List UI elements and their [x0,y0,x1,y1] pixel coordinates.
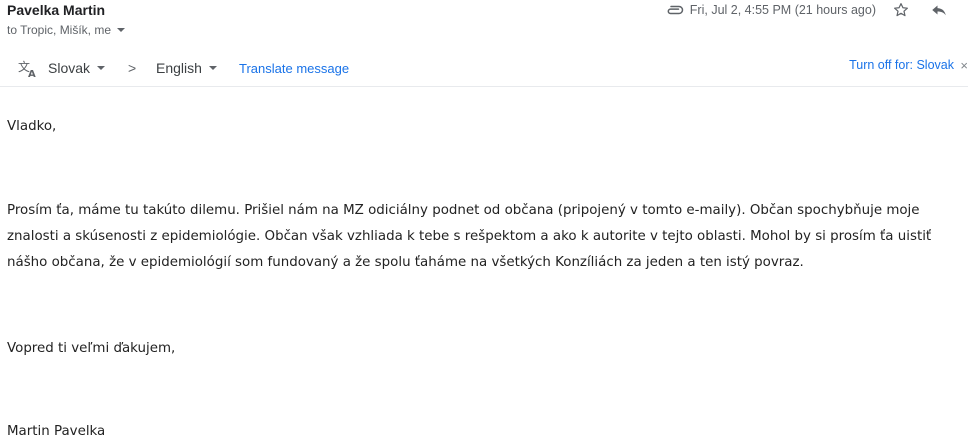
translate-icon: 文 A [18,58,38,80]
target-language-label: English [156,60,202,76]
target-language-select[interactable]: English [156,60,217,76]
chevron-down-icon [97,66,106,70]
closing-thanks: Vopred ti veľmi ďakujem, [7,341,176,356]
paragraph-line: nášho občana, že v epidemiológií som fun… [7,255,804,270]
translate-message-link[interactable]: Translate message [239,61,349,76]
greeting: Vladko, [7,119,57,134]
reply-icon[interactable] [928,0,950,20]
translate-bar: 文 A Slovak > English Translate message T… [0,52,968,87]
recipients-text: to Tropic, Mišík, me [7,23,112,37]
svg-text:A: A [28,69,36,78]
paperclip-icon [665,2,685,18]
source-language-label: Slovak [48,60,91,76]
message-date: Fri, Jul 2, 4:55 PM (21 hours ago) [689,3,876,17]
close-icon[interactable]: × [960,58,968,73]
recipients-line: to Tropic, Mišík, me [7,23,126,37]
message-meta: Fri, Jul 2, 4:55 PM (21 hours ago) [665,0,950,20]
message-header: Pavelka Martin to Tropic, Mišík, me Fri,… [0,0,968,44]
show-details-chevron-down-icon[interactable] [117,28,126,32]
sender-name[interactable]: Pavelka Martin [7,2,105,18]
message-paragraph: Prosím ťa, máme tu takúto dilemu. Prišie… [7,198,962,276]
paragraph-line: Prosím ťa, máme tu takúto dilemu. Prišie… [7,203,920,218]
turn-off-translation-link[interactable]: Turn off for: Slovak [849,58,954,72]
signature: Martin Pavelka [7,424,106,439]
paragraph-line: znalosti a skúsenosti z epidemiológie. O… [7,229,932,244]
star-outline-icon[interactable] [890,0,912,20]
source-language-select[interactable]: Slovak [48,60,106,76]
chevron-down-icon [208,66,217,70]
chevron-right-icon: > [128,60,137,76]
